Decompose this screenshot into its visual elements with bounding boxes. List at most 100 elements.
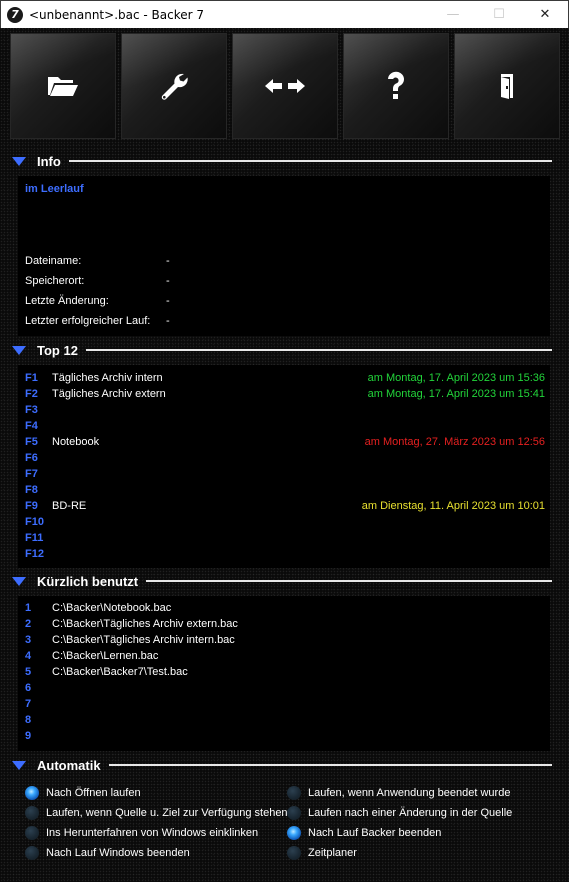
option-run-when-app-closed[interactable]: Laufen, wenn Anwendung beendet wurde — [287, 784, 510, 802]
recent-row[interactable]: 2 C:\Backer\Tägliches Archiv extern.bac — [25, 618, 545, 634]
recent-section-title: Kürzlich benutzt — [37, 573, 139, 589]
top12-row[interactable]: F8 — [25, 484, 545, 500]
option-run-after-source-change[interactable]: Laufen nach einer Änderung in der Quelle — [287, 804, 512, 822]
recent-row[interactable]: 6 — [25, 682, 545, 698]
recent-row[interactable]: 7 — [25, 698, 545, 714]
option-label: Laufen, wenn Quelle u. Ziel zur Verfügun… — [46, 807, 288, 819]
option-run-when-available[interactable]: Laufen, wenn Quelle u. Ziel zur Verfügun… — [25, 804, 288, 822]
top12-row[interactable]: F10 — [25, 516, 545, 532]
app-icon[interactable]: 7 — [7, 6, 23, 23]
job-name: Tägliches Archiv intern — [52, 372, 163, 384]
top12-row[interactable]: F2 Tägliches Archiv extern am Montag, 17. … — [25, 388, 545, 404]
info-row-last-change: Letzte Änderung: - — [25, 295, 170, 307]
question-icon — [388, 71, 404, 99]
toolbar — [10, 33, 560, 139]
info-value: - — [166, 315, 170, 327]
collapse-arrow-icon[interactable] — [12, 345, 26, 355]
recent-file-path: C:\Backer\Lernen.bac — [52, 650, 159, 662]
recent-index: 2 — [25, 618, 32, 630]
help-button[interactable] — [343, 33, 449, 139]
recent-index: 7 — [25, 698, 32, 710]
info-label: Speicherort: — [25, 275, 85, 287]
recent-index: 5 — [25, 666, 32, 678]
option-exit-backer-after-run[interactable]: Nach Lauf Backer beenden — [287, 824, 441, 842]
info-row-last-success: Letzter erfolgreicher Lauf: - — [25, 315, 170, 327]
radio-unchecked-icon[interactable] — [287, 806, 301, 820]
close-button[interactable]: ✕ — [522, 1, 568, 29]
section-divider — [108, 764, 552, 766]
top12-row[interactable]: F7 — [25, 468, 545, 484]
recent-index: 8 — [25, 714, 32, 726]
recent-index: 1 — [25, 602, 32, 614]
radio-unchecked-icon[interactable] — [287, 846, 301, 860]
radio-unchecked-icon[interactable] — [25, 826, 39, 840]
info-row-location: Speicherort: - — [25, 275, 170, 287]
recent-section-header[interactable]: Kürzlich benutzt — [12, 573, 552, 589]
last-run-date: am Montag, 27. März 2023 um 12:56 — [364, 436, 545, 448]
info-section-header[interactable]: Info — [12, 153, 552, 169]
recent-row[interactable]: 8 — [25, 714, 545, 730]
function-key: F4 — [25, 420, 38, 432]
top12-row[interactable]: F3 — [25, 404, 545, 420]
exit-button[interactable] — [454, 33, 560, 139]
maximize-button[interactable]: ☐ — [476, 1, 522, 29]
option-label: Laufen nach einer Änderung in der Quelle — [308, 807, 513, 819]
option-run-after-open[interactable]: Nach Öffnen laufen — [25, 784, 141, 802]
settings-button[interactable] — [121, 33, 227, 139]
recent-index: 9 — [25, 730, 32, 742]
recent-index: 6 — [25, 682, 32, 694]
top12-section-header[interactable]: Top 12 — [12, 342, 552, 358]
last-run-date: am Montag, 17. April 2023 um 15:41 — [367, 388, 545, 400]
option-label: Nach Lauf Windows beenden — [46, 847, 190, 859]
info-label: Dateiname: — [25, 255, 82, 267]
recent-index: 4 — [25, 650, 32, 662]
option-label: Nach Lauf Backer beenden — [308, 827, 442, 839]
sync-direction-button[interactable] — [232, 33, 338, 139]
radio-unchecked-icon[interactable] — [25, 806, 39, 820]
recent-file-path: C:\Backer\Tägliches Archiv intern.bac — [52, 634, 235, 646]
function-key: F8 — [25, 484, 38, 496]
recent-panel: 1 C:\Backer\Notebook.bac 2 C:\Backer\Tägli… — [18, 596, 550, 751]
minimize-button[interactable]: — — [430, 1, 476, 29]
recent-row[interactable]: 5 C:\Backer\Backer7\Test.bac — [25, 666, 545, 682]
recent-row[interactable]: 1 C:\Backer\Notebook.bac — [25, 602, 545, 618]
top12-row[interactable]: F4 — [25, 420, 545, 436]
option-label: Nach Öffnen laufen — [46, 787, 141, 799]
collapse-arrow-icon[interactable] — [12, 156, 26, 166]
top12-row[interactable]: F6 — [25, 452, 545, 468]
top12-row[interactable]: F9 BD-RE am Dienstag, 11. April 2023 um 10… — [25, 500, 545, 516]
top12-row[interactable]: F5 Notebook am Montag, 27. März 2023 um 12… — [25, 436, 545, 452]
radio-unchecked-icon[interactable] — [25, 846, 39, 860]
option-scheduler[interactable]: Zeitplaner — [287, 844, 357, 862]
last-run-date: am Dienstag, 11. April 2023 um 10:01 — [361, 500, 545, 512]
top12-row[interactable]: F12 — [25, 548, 545, 564]
option-hook-windows-shutdown[interactable]: Ins Herunterfahren von Windows einklinke… — [25, 824, 258, 842]
job-name: Notebook — [52, 436, 100, 448]
recent-row[interactable]: 9 — [25, 730, 545, 746]
job-name: Tägliches Archiv extern — [52, 388, 166, 400]
function-key: F6 — [25, 452, 38, 464]
top12-row[interactable]: F1 Tägliches Archiv intern am Montag, 17. … — [25, 372, 545, 388]
option-label: Zeitplaner — [308, 847, 357, 859]
function-key: F10 — [25, 516, 44, 528]
top12-row[interactable]: F11 — [25, 532, 545, 548]
function-key: F7 — [25, 468, 38, 480]
option-shutdown-windows-after-run[interactable]: Nach Lauf Windows beenden — [25, 844, 190, 862]
recent-row[interactable]: 4 C:\Backer\Lernen.bac — [25, 650, 545, 666]
section-divider — [146, 580, 552, 582]
collapse-arrow-icon[interactable] — [12, 760, 26, 770]
function-key: F1 — [25, 372, 38, 384]
automatik-section-header[interactable]: Automatik — [12, 757, 552, 773]
recent-row[interactable]: 3 C:\Backer\Tägliches Archiv intern.bac — [25, 634, 545, 650]
open-file-button[interactable] — [10, 33, 116, 139]
info-value: - — [166, 275, 170, 287]
radio-checked-icon[interactable] — [25, 786, 39, 800]
radio-checked-icon[interactable] — [287, 826, 301, 840]
collapse-arrow-icon[interactable] — [12, 576, 26, 586]
top12-panel: F1 Tägliches Archiv intern am Montag, 17. … — [18, 365, 550, 568]
info-label: Letzter erfolgreicher Lauf: — [25, 315, 151, 327]
radio-unchecked-icon[interactable] — [287, 786, 301, 800]
job-name: BD-RE — [52, 500, 87, 512]
last-run-date: am Montag, 17. April 2023 um 15:36 — [367, 372, 545, 384]
arrows-left-right-icon — [265, 79, 305, 93]
